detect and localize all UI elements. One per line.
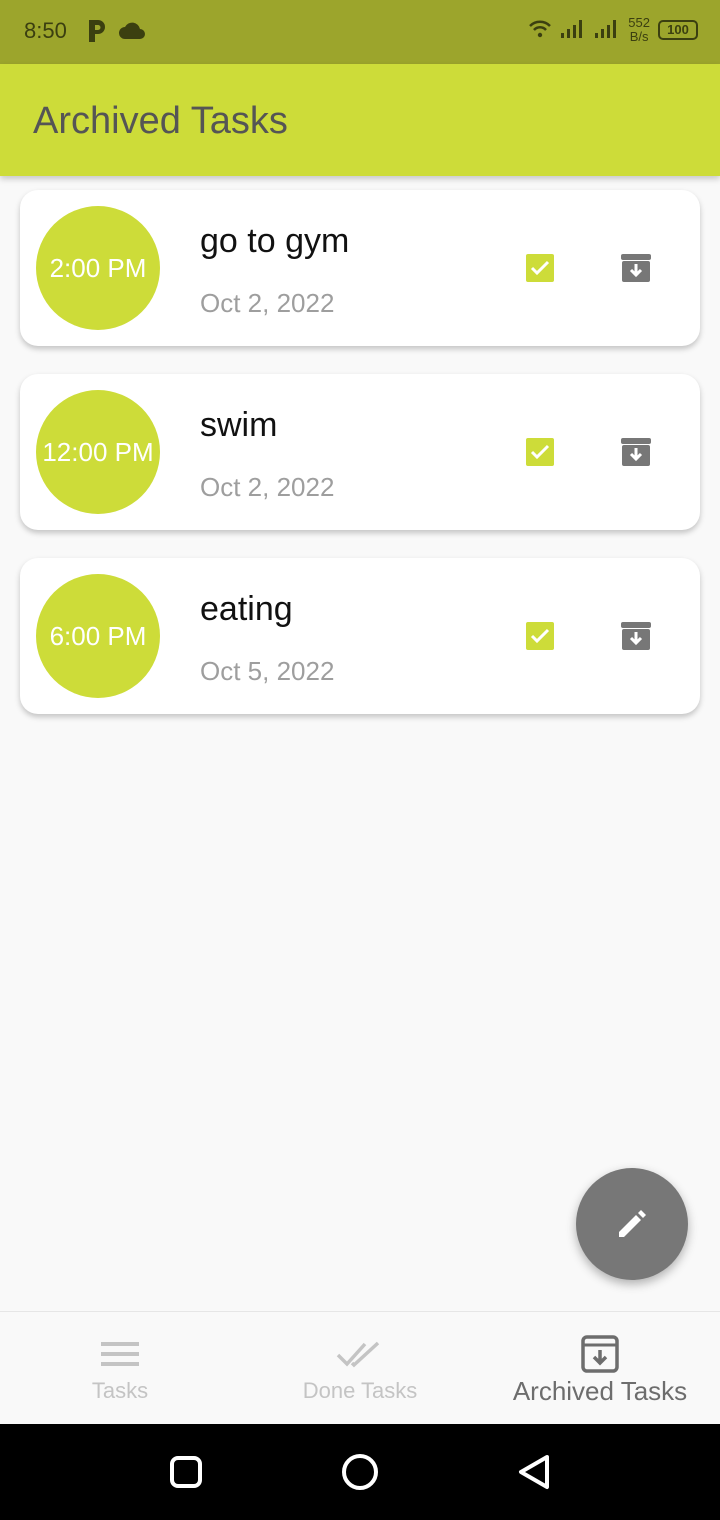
menu-icon (101, 1334, 139, 1374)
wifi-icon (528, 18, 552, 43)
triangle-back-icon (519, 1455, 549, 1489)
circle-icon (342, 1454, 378, 1490)
checkbox-checked-icon (526, 254, 554, 282)
page-title: Archived Tasks (33, 100, 288, 142)
nav-label-done-tasks: Done Tasks (302, 1378, 418, 1403)
archive-icon (621, 622, 651, 650)
app-bar: Archived Tasks (0, 64, 720, 176)
mark-done-button[interactable] (520, 432, 560, 472)
task-card[interactable]: 6:00 PM eating Oct 5, 2022 (20, 558, 700, 714)
task-list: 2:00 PM go to gym Oct 2, 2022 12:00 PM s… (20, 190, 700, 742)
task-card[interactable]: 12:00 PM swim Oct 2, 2022 (20, 374, 700, 530)
network-speed: 552 B/s (628, 16, 650, 44)
nav-item-done-tasks[interactable]: Done Tasks (240, 1312, 480, 1425)
network-speed-unit: B/s (629, 29, 649, 44)
task-title: go to gym (200, 222, 350, 260)
task-title: eating (200, 590, 293, 628)
task-time: 12:00 PM (42, 436, 154, 467)
back-button[interactable] (512, 1450, 556, 1494)
archive-icon (621, 438, 651, 466)
task-time-circle: 6:00 PM (36, 574, 160, 698)
notification-icons (86, 18, 146, 49)
signal-icon (594, 17, 620, 44)
task-date: Oct 5, 2022 (200, 656, 335, 686)
status-bar: 8:50 552 B/s 100 (0, 0, 720, 64)
status-time: 8:50 (24, 18, 67, 43)
cloud-icon (118, 22, 146, 45)
network-speed-value: 552 (628, 15, 650, 30)
nav-item-tasks[interactable]: Tasks (0, 1312, 240, 1425)
task-time-circle: 2:00 PM (36, 206, 160, 330)
home-button[interactable] (338, 1450, 382, 1494)
square-icon (170, 1456, 202, 1488)
mark-done-button[interactable] (520, 616, 560, 656)
nav-label-tasks: Tasks (91, 1378, 149, 1403)
system-nav-bar (0, 1424, 720, 1520)
archive-button[interactable] (616, 616, 656, 656)
task-date: Oct 2, 2022 (200, 472, 335, 502)
parking-app-icon (86, 18, 108, 49)
double-check-icon (336, 1334, 384, 1374)
archive-icon (621, 254, 651, 282)
recents-button[interactable] (164, 1450, 208, 1494)
task-title: swim (200, 406, 278, 444)
task-time: 2:00 PM (49, 252, 147, 283)
archive-button[interactable] (616, 248, 656, 288)
battery-indicator: 100 (658, 20, 698, 40)
signal-icon (560, 17, 586, 44)
archive-button[interactable] (616, 432, 656, 472)
archive-icon (581, 1334, 619, 1374)
add-task-fab[interactable] (576, 1168, 688, 1280)
task-time: 6:00 PM (49, 620, 147, 651)
mark-done-button[interactable] (520, 248, 560, 288)
task-card[interactable]: 2:00 PM go to gym Oct 2, 2022 (20, 190, 700, 346)
bottom-nav: Tasks Done Tasks Archived Tasks (0, 1311, 720, 1424)
checkbox-checked-icon (526, 622, 554, 650)
system-status-icons: 552 B/s 100 (528, 16, 698, 44)
task-time-circle: 12:00 PM (36, 390, 160, 514)
task-date: Oct 2, 2022 (200, 288, 335, 318)
nav-item-archived-tasks[interactable]: Archived Tasks (480, 1312, 720, 1425)
checkbox-checked-icon (526, 438, 554, 466)
nav-label-archived-tasks: Archived Tasks (512, 1376, 688, 1406)
pencil-icon (619, 1210, 646, 1237)
